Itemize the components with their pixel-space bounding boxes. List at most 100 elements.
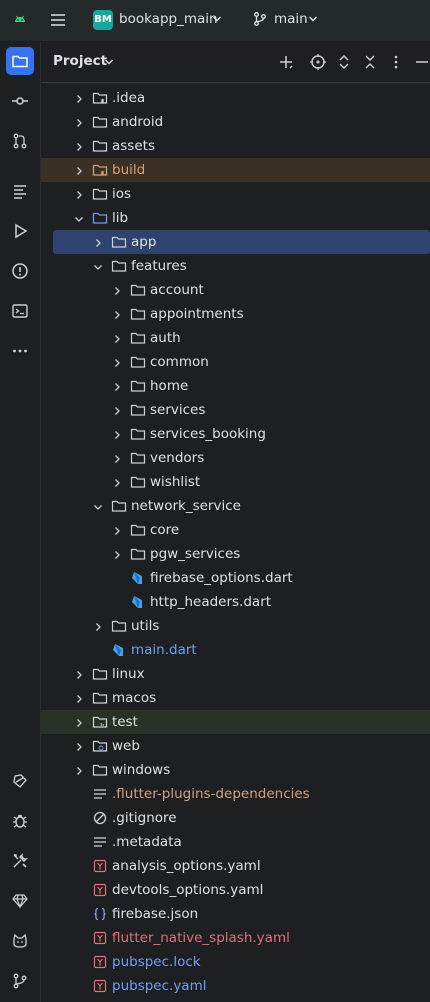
tree-row[interactable]: wishlist [41, 470, 430, 494]
chevron-right-icon[interactable] [74, 93, 84, 108]
tree-row[interactable]: android [41, 110, 430, 134]
chevron-right-icon[interactable] [112, 309, 122, 324]
debug-icon[interactable] [6, 807, 34, 835]
tree-row[interactable]: utils [41, 614, 430, 638]
chevron-right-icon[interactable] [112, 477, 122, 492]
tree-row[interactable]: pubspec.yaml [41, 974, 430, 998]
tree-row[interactable]: test [41, 710, 430, 734]
chevron-right-icon[interactable] [74, 741, 84, 756]
folder-icon [111, 234, 127, 254]
chevron-right-icon[interactable] [93, 621, 103, 636]
chevron-right-icon[interactable] [112, 357, 122, 372]
tree-row[interactable]: account [41, 278, 430, 302]
chevron-right-icon[interactable] [112, 381, 122, 396]
tree-row[interactable]: appointments [41, 302, 430, 326]
tree-row[interactable]: .idea [41, 86, 430, 110]
terminal-icon[interactable] [6, 297, 34, 325]
logcat-icon[interactable] [6, 927, 34, 955]
tree-row[interactable]: auth [41, 326, 430, 350]
tree-row[interactable]: main.dart [41, 638, 430, 662]
tree-row[interactable]: common [41, 350, 430, 374]
run-icon[interactable] [6, 217, 34, 245]
chevron-right-icon[interactable] [74, 141, 84, 156]
chevron-right-icon[interactable] [93, 237, 103, 252]
expand-all-icon[interactable] [335, 53, 353, 75]
pull-request-icon[interactable] [6, 127, 34, 155]
commit-icon[interactable] [6, 87, 34, 115]
panel-title[interactable]: Project [53, 53, 107, 69]
chevron-right-icon[interactable] [74, 717, 84, 732]
tree-row[interactable]: flutter_native_splash.yaml [41, 926, 430, 950]
firebase-icon[interactable] [6, 767, 34, 795]
chevron-down-icon[interactable] [212, 13, 222, 28]
chevron-right-icon[interactable] [112, 405, 122, 420]
tree-row[interactable]: windows [41, 758, 430, 782]
tree-row[interactable]: pubspec.lock [41, 950, 430, 974]
chevron-down-icon[interactable] [104, 56, 114, 71]
tree-row[interactable]: http_headers.dart [41, 590, 430, 614]
options-icon[interactable] [387, 53, 405, 75]
tree-row[interactable]: firebase.json [41, 902, 430, 926]
tree-row[interactable]: ios [41, 182, 430, 206]
project-name[interactable]: bookapp_main [119, 11, 218, 27]
chevron-right-icon[interactable] [74, 765, 84, 780]
tree-row[interactable]: services_booking [41, 422, 430, 446]
tree-item-label: pubspec.lock [112, 954, 201, 970]
tree-item-label: common [150, 354, 209, 370]
structure-icon[interactable] [6, 177, 34, 205]
chevron-down-icon[interactable] [308, 13, 318, 28]
tree-item-label: main.dart [131, 642, 197, 658]
tree-item-label: http_headers.dart [150, 594, 272, 610]
tree-row[interactable]: services [41, 398, 430, 422]
tree-row[interactable]: firebase_options.dart [41, 566, 430, 590]
tree-row[interactable]: lib [41, 206, 430, 230]
chevron-right-icon[interactable] [74, 693, 84, 708]
tree-row[interactable]: core [41, 518, 430, 542]
tree-row[interactable]: network_service [41, 494, 430, 518]
hide-icon[interactable] [413, 53, 430, 75]
tree-row[interactable]: .gitignore [41, 806, 430, 830]
tree-row[interactable]: home [41, 374, 430, 398]
chevron-right-icon[interactable] [74, 189, 84, 204]
tree-row[interactable]: features [41, 254, 430, 278]
tree-row[interactable]: vendors [41, 446, 430, 470]
chevron-right-icon[interactable] [112, 525, 122, 540]
tree-row[interactable]: .flutter-plugins-dependencies [41, 782, 430, 806]
version-control-icon[interactable] [6, 967, 34, 995]
tree-row[interactable]: macos [41, 686, 430, 710]
tree-row[interactable]: assets [41, 134, 430, 158]
tree-row[interactable]: app [53, 230, 430, 254]
tree-row[interactable]: .metadata [41, 830, 430, 854]
tree-row[interactable]: linux [41, 662, 430, 686]
android-studio-icon[interactable] [12, 11, 28, 31]
chevron-right-icon[interactable] [74, 165, 84, 180]
chevron-right-icon[interactable] [74, 669, 84, 684]
tree-row[interactable]: build [41, 158, 430, 182]
chevron-right-icon[interactable] [112, 285, 122, 300]
branch-name[interactable]: main [274, 11, 308, 27]
chevron-down-icon[interactable] [93, 501, 103, 516]
project-folder-icon[interactable] [6, 47, 34, 75]
tree-row[interactable]: analysis_options.yaml [41, 854, 430, 878]
project-badge[interactable]: BM [93, 10, 113, 30]
chevron-right-icon[interactable] [74, 117, 84, 132]
select-opened-file-icon[interactable] [309, 53, 327, 75]
tree-item-label: lib [112, 210, 129, 226]
tree-row[interactable]: pgw_services [41, 542, 430, 566]
problems-icon[interactable] [6, 257, 34, 285]
git-branch-icon[interactable] [252, 11, 268, 31]
main-menu-icon[interactable] [49, 11, 67, 33]
chevron-right-icon[interactable] [112, 429, 122, 444]
chevron-right-icon[interactable] [112, 333, 122, 348]
more-tools-icon[interactable] [6, 337, 34, 365]
tree-row[interactable]: web [41, 734, 430, 758]
new-file-icon[interactable] [277, 53, 295, 75]
tree-row[interactable]: devtools_options.yaml [41, 878, 430, 902]
collapse-all-icon[interactable] [361, 53, 379, 75]
chevron-right-icon[interactable] [112, 453, 122, 468]
chevron-right-icon[interactable] [112, 549, 122, 564]
build-tools-icon[interactable] [6, 847, 34, 875]
gem-icon[interactable] [6, 887, 34, 915]
chevron-down-icon[interactable] [93, 261, 103, 276]
chevron-down-icon[interactable] [74, 213, 84, 228]
